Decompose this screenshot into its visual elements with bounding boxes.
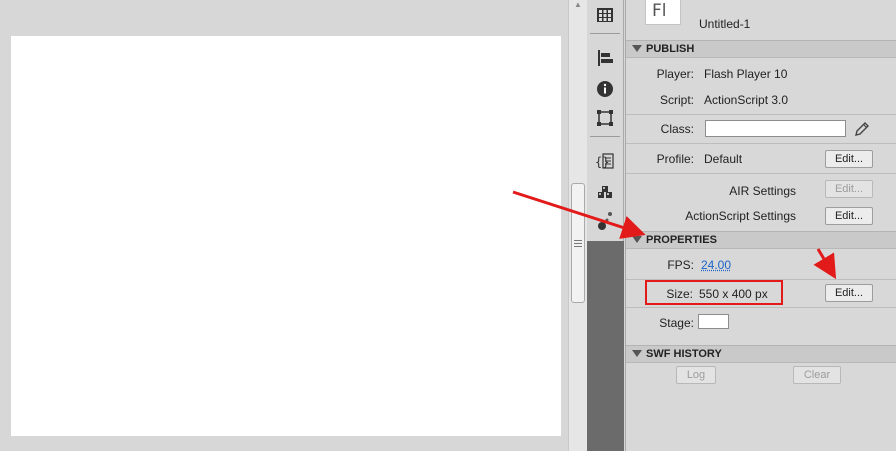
clear-button[interactable]: Clear (793, 366, 841, 384)
toolbar-separator (590, 136, 620, 137)
motion-presets-icon[interactable] (594, 210, 616, 232)
properties-header-label: PROPERTIES (646, 232, 717, 248)
collapse-triangle-icon[interactable] (632, 45, 642, 52)
scroll-up-icon[interactable]: ▲ (574, 1, 582, 9)
collapse-triangle-icon[interactable] (632, 350, 642, 357)
profile-value: Default (704, 152, 742, 166)
size-edit-button[interactable]: Edit... (825, 284, 873, 302)
air-settings-label: AIR Settings (640, 184, 796, 198)
profile-edit-button[interactable]: Edit... (825, 150, 873, 168)
collapse-triangle-icon[interactable] (632, 236, 642, 243)
publish-section-header[interactable]: PUBLISH (626, 40, 896, 58)
player-value: Flash Player 10 (704, 67, 787, 81)
pencil-edit-icon[interactable] (853, 120, 871, 138)
fps-label: FPS: (630, 258, 694, 272)
divider (626, 173, 896, 174)
stage-canvas[interactable] (11, 36, 561, 436)
swf-history-section-header[interactable]: SWF HISTORY (626, 345, 896, 363)
divider (626, 114, 896, 115)
publish-header-label: PUBLISH (646, 41, 694, 57)
properties-section-header[interactable]: PROPERTIES (626, 231, 896, 249)
size-highlight-box (645, 280, 783, 305)
toolbar-separator (590, 33, 620, 34)
swatches-grid-icon[interactable] (594, 4, 616, 26)
divider (626, 143, 896, 144)
air-settings-edit-button[interactable]: Edit... (825, 180, 873, 198)
actionscript-settings-label: ActionScript Settings (640, 209, 796, 223)
transform-icon[interactable] (594, 107, 616, 129)
player-label: Player: (630, 67, 694, 81)
profile-label: Profile: (630, 152, 694, 166)
divider (626, 307, 896, 308)
document-name: Untitled-1 (699, 17, 750, 31)
stage-label: Stage: (630, 316, 694, 330)
actionscript-settings-edit-button[interactable]: Edit... (825, 207, 873, 225)
align-icon[interactable] (594, 47, 616, 69)
log-button[interactable]: Log (676, 366, 716, 384)
fps-value[interactable]: 24.00 (701, 258, 731, 272)
scrollbar-grip-icon (574, 238, 582, 248)
script-label: Script: (630, 93, 694, 107)
class-label: Class: (630, 122, 694, 136)
class-input[interactable] (705, 120, 846, 137)
svg-text:{}: {} (595, 155, 609, 169)
actions-script-icon[interactable]: {} (594, 150, 616, 172)
flash-document-icon: Fl (645, 0, 681, 25)
stage-color-swatch[interactable] (698, 314, 729, 329)
document-thumb-text: Fl (652, 1, 667, 21)
swf-history-header-label: SWF HISTORY (646, 346, 722, 362)
script-value: ActionScript 3.0 (704, 93, 788, 107)
info-icon[interactable] (594, 78, 616, 100)
components-icon[interactable] (594, 182, 616, 204)
